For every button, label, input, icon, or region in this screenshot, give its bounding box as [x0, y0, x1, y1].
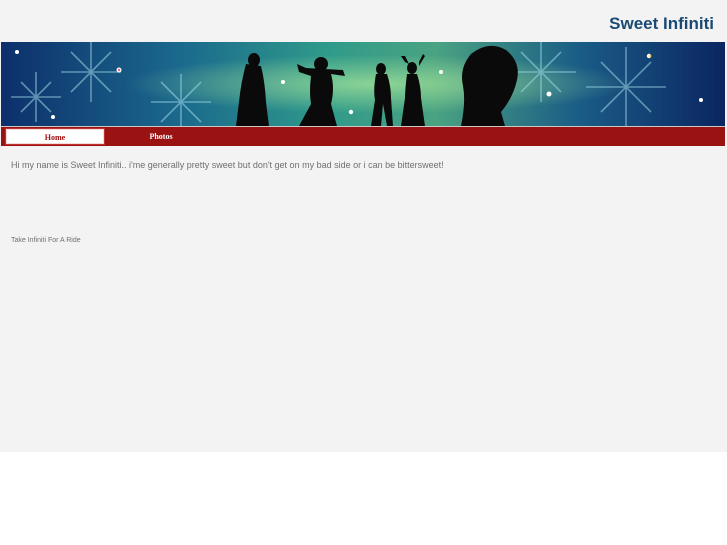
main-navigation: Home Photos	[1, 126, 725, 146]
intro-text: Hi my name is Sweet Infiniti.. i'me gene…	[11, 160, 444, 170]
take-infiniti-ride-link[interactable]: Take Infiniti For A Ride	[11, 237, 81, 244]
nav-home-tab[interactable]: Home	[5, 128, 105, 145]
header-banner-image	[1, 42, 725, 126]
page-container: Sweet Infiniti Home Photos Hi my name is…	[0, 0, 727, 452]
nav-photos-tab[interactable]: Photos	[109, 128, 213, 145]
site-title: Sweet Infiniti	[609, 14, 714, 33]
